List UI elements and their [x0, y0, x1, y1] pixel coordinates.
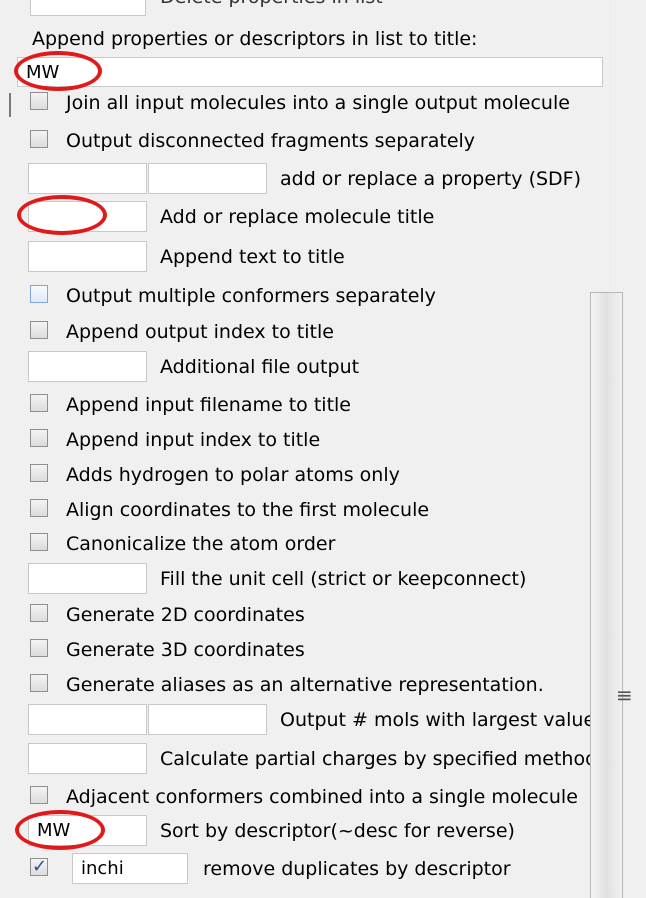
- option-row: Calculate partial charges by specified m…: [0, 742, 604, 776]
- option-row: Adds hydrogen to polar atoms only: [0, 458, 604, 492]
- partial-textbox[interactable]: [30, 0, 146, 16]
- option-textbox-first[interactable]: [28, 704, 147, 735]
- option-checkbox[interactable]: [30, 92, 48, 110]
- vertical-scrollbar[interactable]: [590, 292, 623, 898]
- option-textbox-second[interactable]: [148, 163, 267, 194]
- option-textbox-first[interactable]: [28, 163, 147, 194]
- option-row: Align coordinates to the first molecule: [0, 493, 604, 527]
- title-properties-label: Append properties or descriptors in list…: [32, 28, 478, 50]
- option-label: Adjacent conformers combined into a sing…: [66, 786, 578, 808]
- option-row: Fill the unit cell (strict or keepconnec…: [0, 562, 604, 596]
- option-label: Calculate partial charges by specified m…: [160, 748, 598, 770]
- option-row: Append input index to title: [0, 423, 604, 457]
- option-row: Generate 2D coordinates: [0, 598, 604, 632]
- highlight-circle-molecule-title: [17, 195, 107, 235]
- option-checkbox[interactable]: [30, 499, 48, 517]
- option-label: Adds hydrogen to polar atoms only: [66, 464, 400, 486]
- option-row: Output disconnected fragments separately: [0, 124, 604, 158]
- option-label: Output multiple conformers separately: [66, 285, 436, 307]
- highlight-circle-title: [14, 51, 102, 91]
- option-row: inchi remove duplicates by descriptor: [0, 852, 604, 886]
- option-label: Fill the unit cell (strict or keepconnec…: [160, 568, 527, 590]
- option-row: add or replace a property (SDF): [0, 162, 604, 196]
- option-checkbox[interactable]: [30, 533, 48, 551]
- option-checkbox[interactable]: [30, 321, 48, 339]
- option-label: add or replace a property (SDF): [280, 168, 582, 190]
- option-label: Add or replace molecule title: [160, 206, 435, 228]
- title-properties-input[interactable]: MW: [17, 57, 603, 87]
- option-textbox[interactable]: [28, 563, 147, 594]
- option-textbox[interactable]: [28, 351, 147, 382]
- option-label: Append text to title: [160, 246, 345, 268]
- options-panel: Delete properties in list Append propert…: [0, 0, 646, 898]
- option-label: Output # mols with largest values: [280, 709, 606, 731]
- option-textbox[interactable]: [28, 241, 147, 272]
- option-row: Additional file output: [0, 350, 604, 384]
- option-label: Align coordinates to the first molecule: [66, 499, 430, 521]
- partial-label: Delete properties in list: [160, 0, 383, 8]
- option-label: Generate 3D coordinates: [66, 639, 305, 661]
- option-label: Sort by descriptor(~desc for reverse): [160, 820, 515, 842]
- option-checkbox[interactable]: [30, 130, 48, 148]
- option-textbox[interactable]: inchi: [72, 853, 188, 884]
- option-checkbox[interactable]: [30, 394, 48, 412]
- option-row: Join all input molecules into a single o…: [0, 86, 604, 120]
- scrollbar-grip-icon[interactable]: ≡: [616, 685, 633, 705]
- option-label: Join all input molecules into a single o…: [66, 92, 570, 114]
- option-row: Output multiple conformers separately: [0, 279, 604, 313]
- option-label: Additional file output: [160, 356, 360, 378]
- option-checkbox[interactable]: [30, 856, 48, 877]
- scroll-track: [610, 0, 611, 292]
- option-checkbox[interactable]: [30, 786, 48, 804]
- option-label: remove duplicates by descriptor: [203, 858, 511, 880]
- option-checkbox[interactable]: [30, 674, 48, 692]
- option-label: Append input filename to title: [66, 394, 351, 416]
- option-label: Generate aliases as an alternative repre…: [66, 674, 544, 696]
- option-row: Generate aliases as an alternative repre…: [0, 668, 604, 702]
- option-checkbox[interactable]: [30, 604, 48, 622]
- option-checkbox[interactable]: [30, 285, 48, 303]
- option-row: Append output index to title: [0, 315, 604, 349]
- option-row: Output # mols with largest values: [0, 703, 606, 737]
- option-row: Generate 3D coordinates: [0, 633, 604, 667]
- option-textbox[interactable]: [28, 743, 147, 774]
- highlight-circle-sort: [15, 810, 105, 850]
- option-row: Canonicalize the atom order: [0, 527, 604, 561]
- option-label: Append input index to title: [66, 429, 321, 451]
- option-label: Append output index to title: [66, 321, 334, 343]
- option-label: Generate 2D coordinates: [66, 604, 305, 626]
- option-row: Append text to title: [0, 240, 604, 274]
- option-checkbox[interactable]: [30, 464, 48, 482]
- option-row: Append input filename to title: [0, 388, 604, 422]
- option-checkbox[interactable]: [30, 429, 48, 447]
- option-row: Adjacent conformers combined into a sing…: [0, 780, 604, 814]
- option-textbox-second[interactable]: [148, 704, 267, 735]
- option-checkbox[interactable]: [30, 639, 48, 657]
- option-label: Output disconnected fragments separately: [66, 130, 476, 152]
- option-label: Canonicalize the atom order: [66, 533, 336, 555]
